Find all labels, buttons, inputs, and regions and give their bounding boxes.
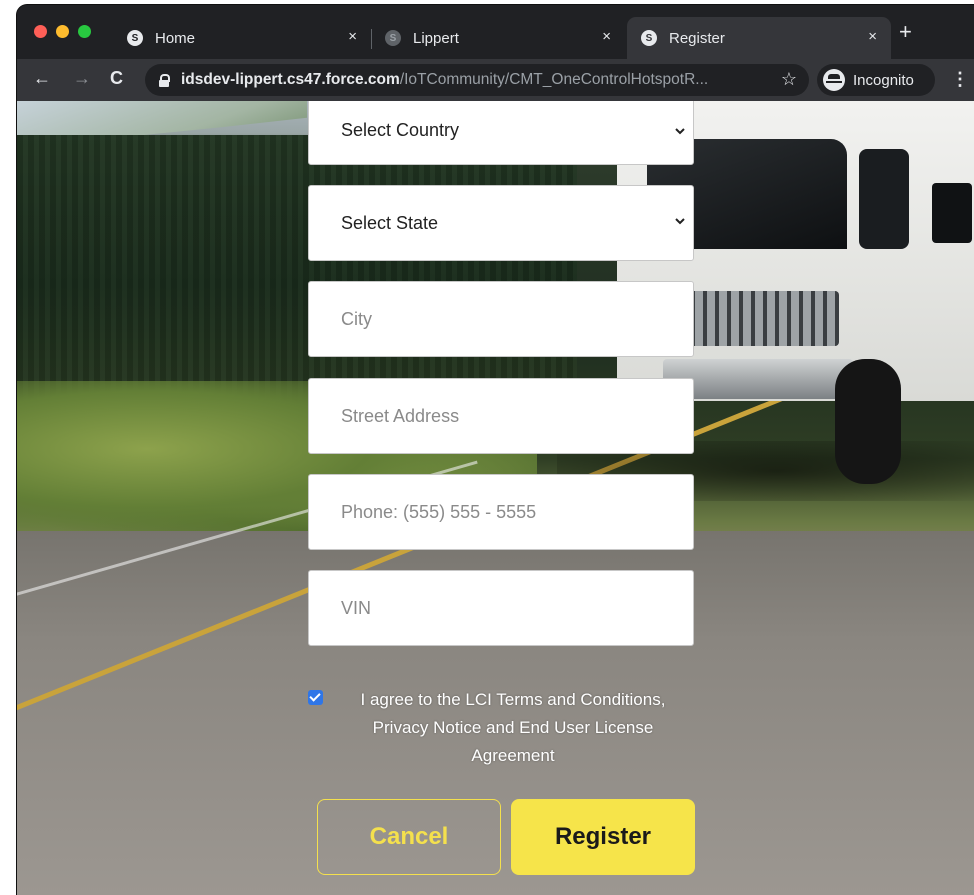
- terms-agreement: I agree to the LCI Terms and Conditions,…: [308, 686, 694, 770]
- tab-strip: S Home × S Lippert × S Register × +: [17, 5, 974, 59]
- tab-close-icon[interactable]: ×: [348, 28, 357, 45]
- terms-checkbox[interactable]: [308, 690, 323, 705]
- window-close-button[interactable]: [34, 25, 47, 38]
- url-path: /IoTCommunity/CMT_OneControlHotspotR...: [399, 71, 709, 88]
- menu-kebab-icon[interactable]: ⋮: [951, 69, 969, 90]
- vin-input[interactable]: VIN: [308, 570, 694, 646]
- tab-label: Register: [669, 29, 725, 47]
- tab-lippert[interactable]: S Lippert ×: [373, 17, 625, 59]
- tab-close-icon[interactable]: ×: [602, 28, 611, 45]
- globe-favicon-icon: S: [385, 30, 401, 46]
- forward-arrow-icon[interactable]: →: [73, 68, 91, 89]
- salesforce-favicon-icon: S: [127, 30, 143, 46]
- window-zoom-button[interactable]: [78, 25, 91, 38]
- reload-icon[interactable]: C: [110, 68, 123, 89]
- phone-input[interactable]: Phone: (555) 555 - 5555: [308, 474, 694, 550]
- chevron-down-icon: [675, 218, 685, 225]
- window-minimize-button[interactable]: [56, 25, 69, 38]
- tab-register[interactable]: S Register ×: [627, 17, 891, 59]
- street-address-placeholder: Street Address: [341, 405, 460, 426]
- phone-placeholder: Phone: (555) 555 - 5555: [341, 501, 537, 522]
- country-select-value: Select Country: [341, 119, 460, 140]
- url-text[interactable]: idsdev-lippert.cs47.force.com/IoTCommuni…: [181, 71, 771, 89]
- tab-label: Lippert: [413, 29, 459, 47]
- city-input[interactable]: City: [308, 281, 694, 357]
- back-arrow-icon[interactable]: ←: [33, 68, 51, 89]
- incognito-label: Incognito: [853, 71, 914, 89]
- bookmark-star-icon[interactable]: ☆: [781, 69, 797, 90]
- cancel-button[interactable]: Cancel: [317, 799, 501, 875]
- chevron-down-icon: [675, 128, 685, 135]
- tab-close-icon[interactable]: ×: [868, 28, 877, 45]
- state-select-value: Select State: [341, 212, 439, 233]
- tab-separator: [371, 29, 372, 49]
- register-button[interactable]: Register: [511, 799, 695, 875]
- street-address-input[interactable]: Street Address: [308, 378, 694, 454]
- state-select[interactable]: Select State: [308, 185, 694, 261]
- url-host: idsdev-lippert.cs47.force.com: [181, 71, 400, 88]
- new-tab-icon[interactable]: +: [899, 19, 912, 45]
- page-content: Select Country Select State City Street …: [17, 101, 974, 895]
- address-bar[interactable]: idsdev-lippert.cs47.force.com/IoTCommuni…: [145, 64, 809, 96]
- incognito-profile-button[interactable]: Incognito: [817, 64, 935, 96]
- incognito-icon: [823, 69, 845, 91]
- browser-window: S Home × S Lippert × S Register × + ← → …: [17, 5, 974, 895]
- country-select[interactable]: Select Country: [308, 101, 694, 165]
- browser-toolbar: ← → C idsdev-lippert.cs47.force.com/IoTC…: [17, 59, 974, 101]
- lock-icon[interactable]: [159, 74, 170, 87]
- city-placeholder: City: [341, 308, 372, 329]
- tab-label: Home: [155, 29, 196, 47]
- terms-agreement-text: I agree to the LCI Terms and Conditions,…: [360, 690, 666, 765]
- salesforce-favicon-icon: S: [641, 30, 657, 46]
- tab-home[interactable]: S Home ×: [113, 17, 371, 59]
- vin-placeholder: VIN: [341, 597, 372, 618]
